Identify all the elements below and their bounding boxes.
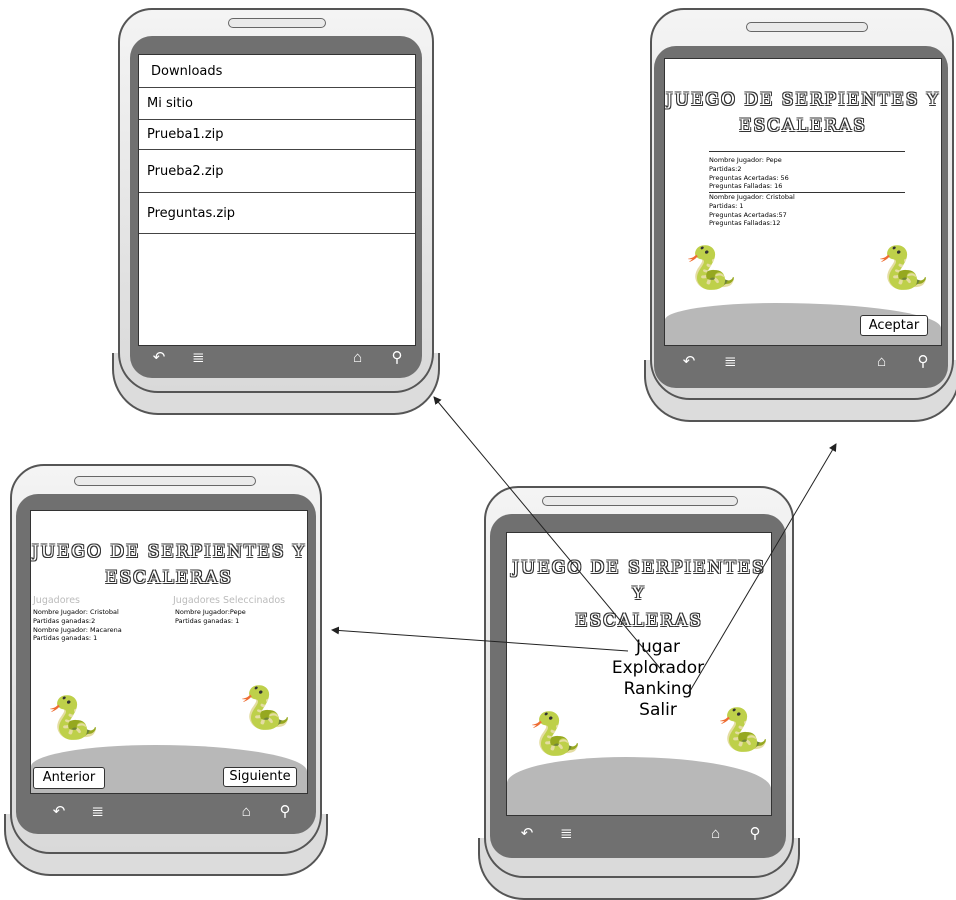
player-name: Nombre Jugador: Cristobal [709, 193, 795, 201]
ground [507, 757, 771, 815]
nav-bar: ↶ ≣ ⌂ ⚲ [48, 802, 296, 821]
snake-icon: 🐍 [47, 694, 100, 741]
list-item[interactable]: Nombre Jugador: Cristobal [33, 608, 122, 617]
home-icon[interactable]: ⌂ [347, 349, 369, 366]
divider [709, 151, 905, 152]
game-title: JUEGO DE SERPIENTES Y ESCALERAS [665, 87, 941, 140]
player-acertadas: Preguntas Acertadas:57 [709, 210, 787, 219]
list-item[interactable]: Prueba2.zip [139, 150, 415, 193]
ranking-screen: JUEGO DE SERPIENTES Y ESCALERAS Nombre J… [664, 58, 942, 346]
menu-icon[interactable]: ≣ [187, 348, 209, 366]
back-icon[interactable]: ↶ [48, 802, 70, 820]
menu-screen: JUEGO DE SERPIENTES Y ESCALERAS Jugar Ex… [506, 532, 772, 816]
nav-bar: ↶ ≣ ⌂ ⚲ [678, 352, 934, 371]
phone-main-menu: JUEGO DE SERPIENTES Y ESCALERAS Jugar Ex… [478, 486, 800, 900]
search-icon[interactable]: ⚲ [386, 348, 408, 366]
menu-item-ranking[interactable]: Ranking [603, 679, 713, 700]
speaker [228, 18, 326, 28]
list-item: Partidas ganadas:2 [33, 616, 96, 625]
downloads-header-label: Downloads [151, 63, 223, 79]
search-icon[interactable]: ⚲ [274, 802, 296, 820]
menu-icon[interactable]: ≣ [719, 352, 741, 370]
menu-item-salir[interactable]: Salir [603, 700, 713, 721]
list-item-label: Prueba2.zip [147, 163, 224, 179]
player-partidas: Partidas:2 [709, 164, 742, 173]
back-icon[interactable]: ↶ [678, 352, 700, 370]
player-falladas: Preguntas Falladas:12 [709, 219, 781, 228]
players-column-title: Jugadores [33, 595, 81, 606]
speaker [74, 476, 256, 486]
list-item-label: Mi sitio [147, 96, 194, 111]
title-line-1: JUEGO DE SERPIENTES Y [665, 90, 941, 110]
player-stats-2: Nombre Jugador: Cristobal Partidas: 1 Pr… [709, 193, 795, 228]
home-icon[interactable]: ⌂ [871, 353, 893, 370]
players-screen: JUEGO DE SERPIENTES Y ESCALERAS Jugadore… [30, 510, 308, 794]
list-item[interactable]: Nombre Jugador: Macarena [33, 626, 122, 635]
list-item[interactable]: Prueba1.zip [139, 120, 415, 150]
phone-downloads: Downloads Mi sitio Prueba1.zip Prueba2.z… [112, 8, 440, 415]
phone-players: JUEGO DE SERPIENTES Y ESCALERAS Jugadore… [4, 464, 328, 876]
title-line-1: JUEGO DE SERPIENTES Y [512, 558, 766, 605]
speaker [746, 22, 868, 32]
downloads-header: Downloads [139, 55, 415, 88]
title-line-1: JUEGO DE SERPIENTES Y [31, 542, 307, 562]
title-line-2: ESCALERAS [575, 610, 703, 631]
selected-players-column-title: Jugadores Seleccinados [173, 595, 286, 606]
previous-button[interactable]: Anterior [33, 767, 105, 789]
list-item[interactable]: Mi sitio [139, 88, 415, 120]
title-line-2: ESCALERAS [105, 568, 233, 589]
list-item: Partidas ganadas: 1 [175, 616, 240, 625]
snake-icon: 🐍 [877, 244, 930, 291]
phone-ranking: JUEGO DE SERPIENTES Y ESCALERAS Nombre J… [644, 8, 956, 422]
game-title: JUEGO DE SERPIENTES Y ESCALERAS [507, 555, 771, 634]
snake-icon: 🐍 [717, 706, 770, 753]
list-item[interactable]: Preguntas.zip [139, 193, 415, 234]
snake-icon: 🐍 [239, 684, 292, 731]
home-icon[interactable]: ⌂ [235, 803, 257, 820]
menu-icon[interactable]: ≣ [87, 802, 109, 820]
menu-icon[interactable]: ≣ [555, 824, 577, 842]
back-icon[interactable]: ↶ [516, 824, 538, 842]
list-item[interactable]: Nombre Jugador:Pepe [175, 608, 246, 617]
title-line-2: ESCALERAS [739, 116, 867, 137]
search-icon[interactable]: ⚲ [912, 352, 934, 370]
snake-icon: 🐍 [529, 710, 582, 757]
accept-button[interactable]: Aceptar [860, 315, 928, 336]
list-item-label: Preguntas.zip [147, 205, 236, 221]
search-icon[interactable]: ⚲ [744, 824, 766, 842]
menu-item-jugar[interactable]: Jugar [603, 637, 713, 658]
list-item-label: Prueba1.zip [147, 127, 224, 142]
speaker [542, 496, 738, 506]
player-acertadas: Preguntas Acertadas: 56 [709, 173, 789, 182]
player-partidas: Partidas: 1 [709, 201, 744, 210]
selected-players-list: Nombre Jugador:Pepe Partidas ganadas: 1 [175, 608, 246, 626]
next-button[interactable]: Siguiente [223, 767, 297, 787]
nav-bar: ↶ ≣ ⌂ ⚲ [148, 348, 408, 367]
player-falladas: Preguntas Falladas: 16 [709, 182, 783, 191]
downloads-screen: Downloads Mi sitio Prueba1.zip Prueba2.z… [138, 54, 416, 346]
snake-icon: 🐍 [685, 244, 738, 291]
player-name: Nombre Jugador: Pepe [709, 156, 782, 164]
main-menu: Jugar Explorador Ranking Salir [603, 637, 713, 721]
home-icon[interactable]: ⌂ [705, 825, 727, 842]
back-icon[interactable]: ↶ [148, 348, 170, 366]
players-list: Nombre Jugador: Cristobal Partidas ganad… [33, 608, 122, 643]
player-stats-1: Nombre Jugador: Pepe Partidas:2 Pregunta… [709, 156, 789, 191]
nav-bar: ↶ ≣ ⌂ ⚲ [516, 824, 766, 843]
list-item: Partidas ganadas: 1 [33, 634, 98, 643]
menu-item-explorador[interactable]: Explorador [603, 658, 713, 679]
game-title: JUEGO DE SERPIENTES Y ESCALERAS [31, 539, 307, 592]
